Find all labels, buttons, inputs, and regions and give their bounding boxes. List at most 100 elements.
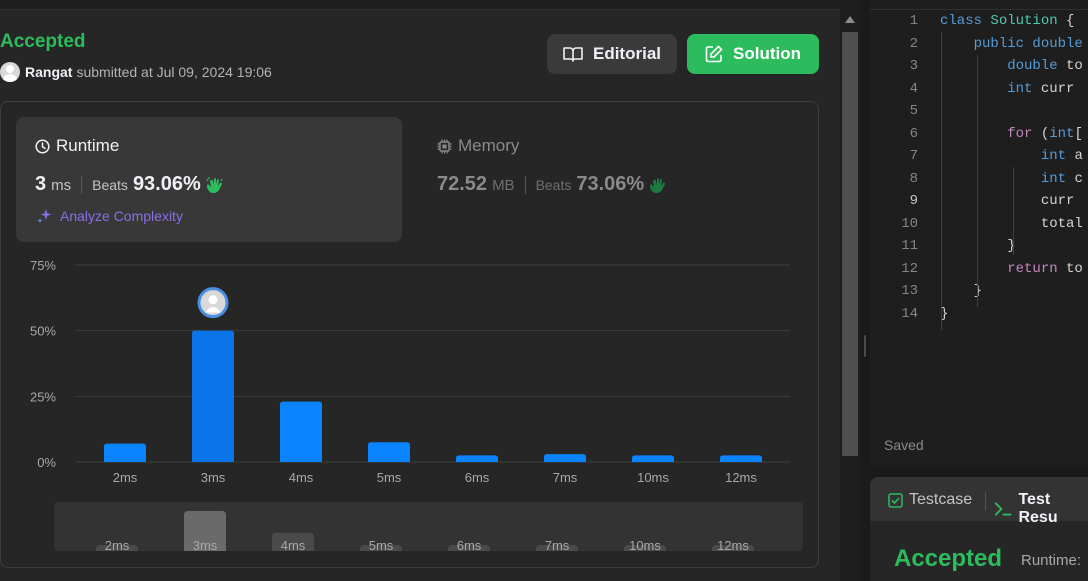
code-line[interactable]: 5 <box>870 100 1088 122</box>
line-code[interactable]: int c <box>940 168 1083 190</box>
navigator-label: 4ms <box>281 538 306 551</box>
chart-bar[interactable] <box>632 455 674 462</box>
code-token: curr <box>1040 80 1075 97</box>
chart-bar[interactable] <box>280 401 322 462</box>
navigator-label: 3ms <box>193 538 218 551</box>
indent-guide <box>977 55 978 307</box>
runtime-stats: 3 ms Beats 93.06% <box>35 173 225 196</box>
navigator-label: 5ms <box>369 538 394 551</box>
line-code[interactable]: int curr <box>940 78 1074 100</box>
line-code[interactable]: return to <box>940 258 1083 280</box>
memory-beats-label: Beats <box>535 177 572 193</box>
saved-status: Saved <box>884 437 924 453</box>
line-code[interactable]: class Solution { <box>940 10 1074 32</box>
avatar[interactable] <box>0 62 20 82</box>
x-tick-label: 12ms <box>725 470 757 485</box>
panel-splitter[interactable] <box>860 0 870 581</box>
code-line[interactable]: 11 } <box>870 235 1088 257</box>
analyze-complexity-link[interactable]: Analyze Complexity <box>36 207 183 225</box>
indent-guide <box>941 32 942 330</box>
scroll-up-arrow-icon[interactable] <box>845 16 855 23</box>
runtime-divider <box>81 175 83 194</box>
code-token: c <box>1074 170 1083 187</box>
line-number: 11 <box>901 238 918 254</box>
indent-guide <box>1013 167 1014 255</box>
navigator-label: 7ms <box>545 538 570 551</box>
line-code[interactable]: curr <box>940 190 1075 212</box>
x-tick-label: 3ms <box>201 470 226 485</box>
memory-beats-value: 73.06% <box>576 173 645 195</box>
code-token: { <box>1066 13 1075 29</box>
editorial-label: Editorial <box>592 44 661 63</box>
chart-bar[interactable] <box>456 455 498 462</box>
chart-range-navigator[interactable]: 2ms 3ms 4ms 5ms 6ms 7ms 10ms 12ms <box>54 502 803 551</box>
code-token: return <box>1007 260 1067 277</box>
app-root: Accepted Rangat submitted at Jul 09, 202… <box>0 0 1088 581</box>
scrollbar-thumb[interactable] <box>842 32 858 456</box>
code-line[interactable]: 1 class Solution { <box>870 10 1088 32</box>
splitter-handle[interactable] <box>864 335 866 357</box>
runtime-beats-label: Beats <box>92 177 128 193</box>
chart-bar[interactable] <box>104 443 146 462</box>
line-code[interactable]: int a <box>940 145 1083 167</box>
line-number: 4 <box>909 80 918 97</box>
chart-bar[interactable] <box>368 442 410 462</box>
code-line[interactable]: 9 curr <box>870 190 1088 212</box>
test-runtime-label: Runtime: <box>1021 552 1082 569</box>
editorial-button[interactable]: Editorial <box>547 34 677 74</box>
solution-button[interactable]: Solution <box>687 34 819 74</box>
code-line[interactable]: 6 for (int[ <box>870 123 1088 145</box>
code-token: total <box>940 215 1083 232</box>
navigator-label: 10ms <box>629 538 661 551</box>
code-line[interactable]: 3 double to <box>870 55 1088 77</box>
chart-bar[interactable] <box>720 455 762 462</box>
clap-icon <box>206 176 223 193</box>
runtime-beats-value: 93.06% <box>132 173 201 195</box>
line-code[interactable]: total <box>940 213 1083 235</box>
y-tick-label: 25% <box>30 389 56 404</box>
line-code[interactable]: } <box>940 280 982 302</box>
runtime-value: 3 <box>35 173 47 195</box>
code-line[interactable]: 4 int curr <box>870 78 1088 100</box>
line-number: 14 <box>901 305 918 322</box>
line-code[interactable]: public double <box>940 33 1083 55</box>
line-code[interactable]: double to <box>940 55 1083 77</box>
solution-label: Solution <box>733 44 801 63</box>
code-line[interactable]: 12 return to <box>870 258 1088 280</box>
line-code[interactable]: for (int[ <box>940 123 1083 145</box>
code-line[interactable]: 14} <box>870 303 1088 325</box>
edit-icon <box>705 45 723 63</box>
tab-divider <box>985 492 986 510</box>
runtime-heading: Runtime <box>35 136 119 156</box>
code-line[interactable]: 7 int a <box>870 145 1088 167</box>
memory-unit: MB <box>492 177 515 194</box>
line-number: 7 <box>909 148 918 164</box>
line-number: 9 <box>909 193 918 209</box>
x-tick-label: 10ms <box>637 470 669 485</box>
code-line[interactable]: 13 } <box>870 280 1088 302</box>
submitter-name[interactable]: Rangat <box>25 64 72 80</box>
tab-test-result-label: Test Resu <box>1018 491 1058 526</box>
x-tick-label: 4ms <box>289 470 314 485</box>
code-line[interactable]: 10 total <box>870 213 1088 235</box>
code-token: class <box>940 13 991 29</box>
memory-heading[interactable]: Memory <box>437 136 519 156</box>
code-token: ( <box>1040 125 1050 142</box>
tab-test-result[interactable]: Test Resu <box>994 491 1088 527</box>
submitted-time: submitted at Jul 09, 2024 19:06 <box>76 64 272 80</box>
x-tick-label: 6ms <box>465 470 490 485</box>
code-line[interactable]: 8 int c <box>870 168 1088 190</box>
memory-stats: 72.52 MB Beats 73.06% <box>437 173 668 196</box>
sparkle-icon <box>37 209 52 224</box>
code-line[interactable]: 2 public double <box>870 33 1088 55</box>
tab-testcase[interactable]: Testcase <box>888 491 972 509</box>
navigator-label: 2ms <box>105 538 130 551</box>
chart-bar[interactable] <box>544 454 586 462</box>
navigator-label: 12ms <box>717 538 749 551</box>
navigator-minimap[interactable]: 2ms 3ms 4ms 5ms 6ms 7ms 10ms 12ms <box>54 502 803 551</box>
chart-bar[interactable] <box>192 330 234 462</box>
